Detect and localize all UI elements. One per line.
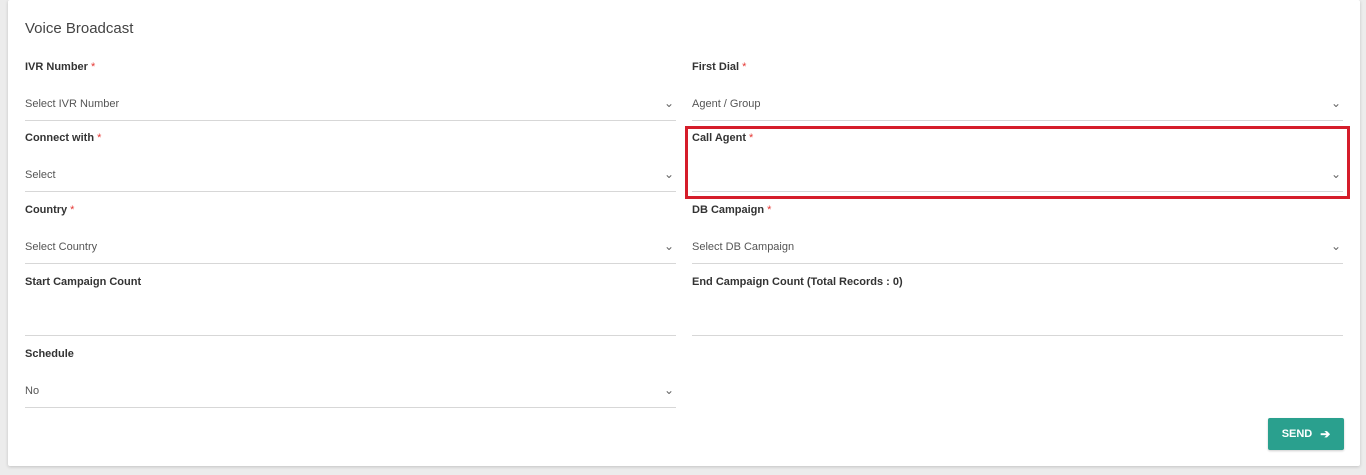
required-marker: * — [767, 204, 772, 216]
country-value: Select Country — [25, 241, 98, 253]
schedule-field: Schedule No ⌄ — [25, 347, 676, 408]
required-marker: * — [90, 61, 96, 73]
ivr-number-label: IVR Number * — [25, 61, 96, 73]
arrow-right-icon: ➔ — [1320, 427, 1331, 441]
chevron-down-icon: ⌄ — [1330, 96, 1341, 110]
chevron-down-icon: ⌄ — [663, 383, 674, 397]
first-dial-value: Agent / Group — [692, 98, 761, 110]
page-title: Voice Broadcast — [25, 20, 134, 37]
connect-with-label: Connect with * — [25, 132, 102, 144]
ivr-number-select[interactable]: Select IVR Number ⌄ — [25, 90, 676, 121]
end-campaign-count-field: End Campaign Count (Total Records : 0) — [692, 275, 1343, 336]
db-campaign-field: DB Campaign * Select DB Campaign ⌄ — [692, 203, 1343, 264]
start-campaign-count-input[interactable] — [25, 305, 676, 336]
end-campaign-count-input[interactable] — [692, 305, 1343, 336]
schedule-label: Schedule — [25, 348, 74, 360]
schedule-value: No — [25, 385, 40, 397]
connect-with-field: Connect with * Select ⌄ — [25, 131, 676, 192]
connect-with-value: Select — [25, 169, 56, 181]
start-campaign-count-label: Start Campaign Count — [25, 276, 142, 288]
chevron-down-icon: ⌄ — [663, 239, 674, 253]
call-agent-highlight-box — [685, 126, 1350, 199]
send-button-label: SEND — [1281, 428, 1313, 440]
schedule-select[interactable]: No ⌄ — [25, 377, 676, 408]
chevron-down-icon: ⌄ — [663, 96, 674, 110]
start-campaign-count-field: Start Campaign Count — [25, 275, 676, 336]
send-button[interactable]: SEND ➔ — [1268, 418, 1344, 450]
first-dial-field: First Dial * Agent / Group ⌄ — [692, 60, 1343, 121]
country-select[interactable]: Select Country ⌄ — [25, 233, 676, 264]
ivr-number-field: IVR Number * Select IVR Number ⌄ — [25, 60, 676, 121]
required-marker: * — [742, 61, 747, 73]
ivr-number-value: Select IVR Number — [25, 98, 120, 110]
connect-with-select[interactable]: Select ⌄ — [25, 161, 676, 192]
chevron-down-icon: ⌄ — [1330, 239, 1341, 253]
required-marker: * — [97, 132, 102, 144]
country-field: Country * Select Country ⌄ — [25, 203, 676, 264]
first-dial-select[interactable]: Agent / Group ⌄ — [692, 90, 1343, 121]
first-dial-label: First Dial * — [692, 61, 747, 73]
required-marker: * — [70, 204, 75, 216]
db-campaign-value: Select DB Campaign — [692, 241, 795, 253]
db-campaign-select[interactable]: Select DB Campaign ⌄ — [692, 233, 1343, 264]
end-campaign-count-label: End Campaign Count (Total Records : 0) — [692, 276, 903, 288]
country-label: Country * — [25, 204, 75, 216]
db-campaign-label: DB Campaign * — [692, 204, 772, 216]
chevron-down-icon: ⌄ — [663, 167, 674, 181]
